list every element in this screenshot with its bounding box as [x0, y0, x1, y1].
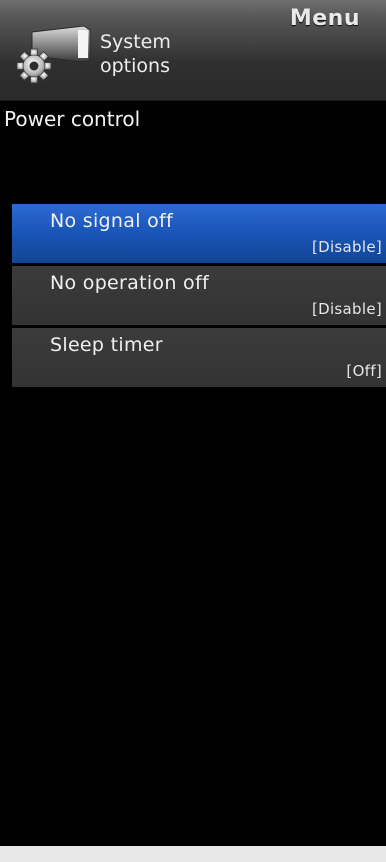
menu-label: Menu: [289, 6, 360, 31]
menu-item-value: [Disable]: [311, 300, 382, 318]
menu-item-sleep-timer[interactable]: Sleep timer [Off]: [12, 328, 386, 387]
system-options-icon: [10, 22, 94, 92]
category-title-line1: System: [100, 31, 171, 53]
gear-icon: [16, 25, 91, 84]
menu-item-no-operation-off[interactable]: No operation off [Disable]: [12, 266, 386, 325]
category-title: System options: [100, 30, 171, 78]
section-title: Power control: [4, 107, 141, 131]
menu-list: No signal off [Disable] No operation off…: [12, 204, 386, 390]
menu-item-value: [Disable]: [311, 238, 382, 256]
menu-item-label: No signal off: [50, 210, 174, 232]
menu-header: System options Menu: [0, 0, 386, 101]
menu-item-value: [Off]: [346, 362, 382, 380]
menu-item-label: Sleep timer: [50, 334, 163, 356]
category-title-line2: options: [100, 55, 170, 77]
menu-item-label: No operation off: [50, 272, 209, 294]
tv-menu-screen: System options Menu Power control No sig…: [0, 0, 386, 846]
menu-item-no-signal-off[interactable]: No signal off [Disable]: [12, 204, 386, 263]
